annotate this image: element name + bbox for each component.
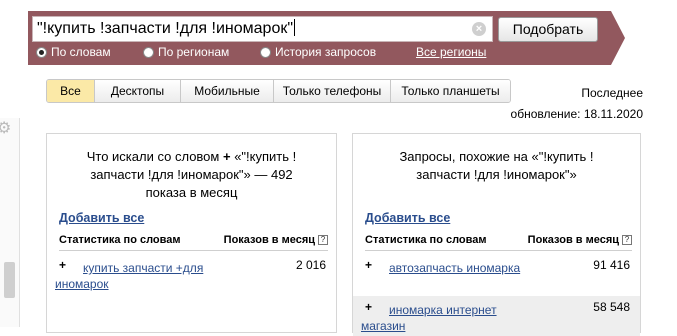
last-updated-date: обновление: 18.11.2020 — [510, 107, 643, 121]
keyword-link[interactable]: купить запчасти +для иномарок — [55, 260, 225, 292]
radio-dot-icon — [36, 46, 47, 58]
keyword-text: автозапчасть иномарка — [389, 261, 521, 275]
text-caret — [294, 19, 296, 36]
col-words: Статистика по словам — [59, 234, 181, 246]
shows-count: 91 416 — [593, 258, 630, 272]
last-updated: Последнее обновление: 18.11.2020 — [503, 83, 643, 125]
submit-button[interactable]: Подобрать — [498, 17, 598, 42]
column-headers: Статистика по словам Показов в месяц? — [365, 234, 632, 248]
tab-tablets[interactable]: Только планшеты — [390, 80, 510, 102]
help-icon[interactable]: ? — [622, 235, 632, 245]
radio-dot-icon — [260, 46, 271, 58]
radio-history[interactable]: История запросов — [260, 45, 376, 59]
keyword-link[interactable]: автозапчасть иномарка — [361, 260, 531, 276]
table-row: + автозапчасть иномарка 91 416 — [353, 254, 640, 294]
title-text: Что искали со словом — [86, 149, 220, 164]
radio-label: История запросов — [275, 45, 377, 59]
search-input[interactable]: "!купить !запчасти !для !иномарок" — [32, 16, 493, 42]
tab-phones[interactable]: Только телефоны — [273, 80, 390, 102]
col-words: Статистика по словам — [365, 234, 487, 246]
tab-all[interactable]: Все — [47, 80, 94, 102]
title-text: «"!купить ! — [234, 149, 297, 164]
radio-label: По регионам — [158, 45, 230, 59]
keyword-text: купить запчасти +для иномарок — [55, 261, 204, 291]
all-regions-link[interactable]: Все регионы — [416, 45, 486, 59]
radio-dot-icon — [143, 46, 154, 58]
divider — [365, 250, 632, 251]
keyword-text: иномарка интернет магазин — [361, 303, 497, 333]
shows-count: 58 548 — [593, 300, 630, 314]
radio-by-regions[interactable]: По регионам — [143, 45, 229, 59]
column-headers: Статистика по словам Показов в месяц? — [59, 234, 328, 248]
tab-desktop[interactable]: Десктопы — [94, 80, 180, 102]
col-shows-label: Показов в месяц — [223, 234, 315, 246]
title-text: показа в месяц — [145, 185, 238, 200]
radio-by-words[interactable]: По словам — [36, 45, 111, 59]
left-panel-title: Что искали со словом + «"!купить ! запча… — [47, 148, 336, 202]
table-row: + иномарка интернет магазин 58 548 — [353, 296, 640, 336]
help-icon[interactable]: ? — [318, 235, 328, 245]
device-tabs: Все Десктопы Мобильные Только телефоны Т… — [46, 79, 511, 103]
scrollbar-thumb[interactable] — [4, 262, 15, 298]
table-row: + купить запчасти +для иномарок 2 016 — [47, 254, 336, 294]
col-shows: Показов в месяц? — [528, 234, 632, 246]
gear-icon[interactable]: ⚙ — [0, 118, 11, 138]
title-text: Запросы, похожие на «"!купить ! — [399, 149, 594, 164]
search-query-text: "!купить !запчасти !для !иномарок" — [37, 20, 294, 37]
title-text: запчасти !для !иномарок"» — 492 — [90, 167, 293, 182]
clear-icon[interactable]: × — [472, 22, 486, 36]
last-updated-label: Последнее — [581, 86, 643, 100]
right-panel-title: Запросы, похожие на «"!купить ! запчасти… — [353, 148, 640, 184]
title-text: запчасти !для !иномарок"» — [416, 167, 577, 182]
add-all-link[interactable]: Добавить все — [365, 211, 450, 225]
col-shows: Показов в месяц? — [224, 234, 328, 246]
tab-mobile[interactable]: Мобильные — [180, 80, 273, 102]
add-all-link[interactable]: Добавить все — [59, 211, 144, 225]
radio-label: По словам — [51, 45, 111, 59]
shows-count: 2 016 — [295, 258, 326, 272]
keyword-link[interactable]: иномарка интернет магазин — [361, 302, 531, 334]
col-shows-label: Показов в месяц — [527, 234, 619, 246]
plus-icon: + — [222, 149, 231, 164]
divider — [59, 250, 328, 251]
right-panel: Запросы, похожие на «"!купить ! запчасти… — [352, 133, 641, 336]
left-panel: Что искали со словом + «"!купить ! запча… — [46, 133, 337, 333]
